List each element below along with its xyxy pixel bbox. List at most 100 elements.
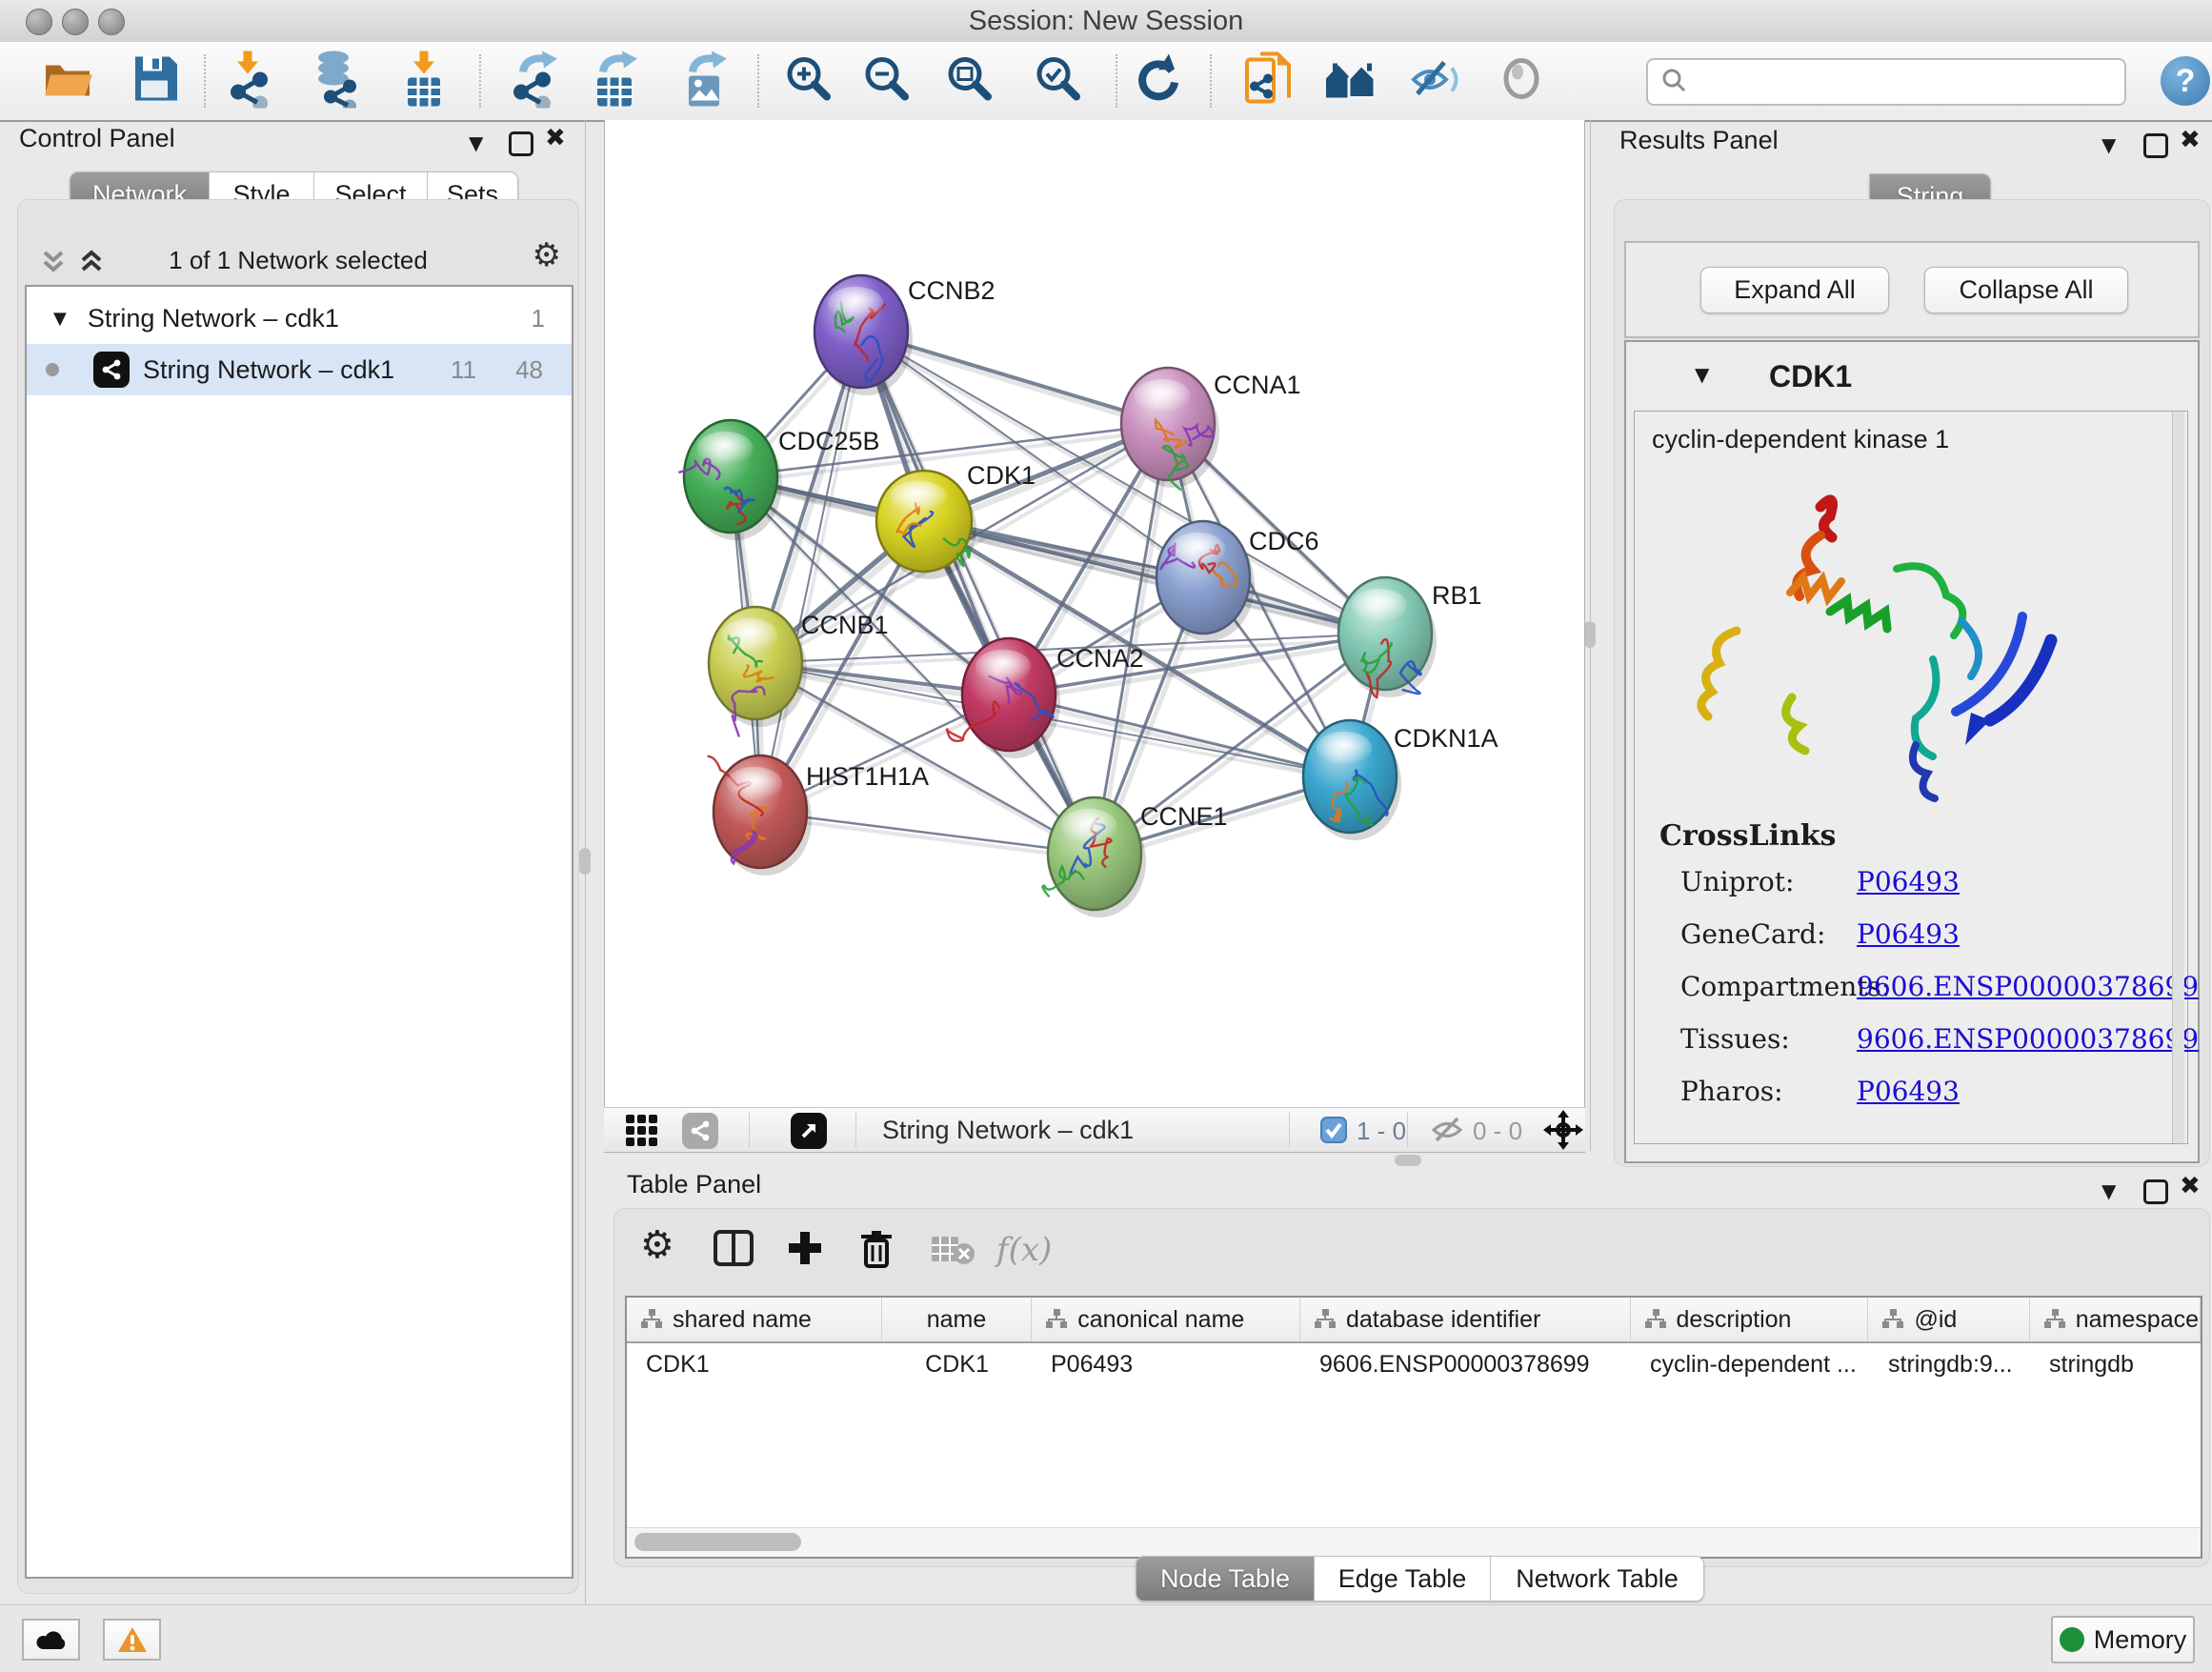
table-row[interactable]: CDK1CDK1P064939606.ENSP00000378699cyclin… [627,1343,2201,1385]
export-image-icon[interactable] [679,50,731,113]
show-columns-icon[interactable] [713,1227,754,1274]
collapse-all-button[interactable]: Collapse All [1924,267,2128,313]
results-scrollbar[interactable] [2172,412,2184,1143]
node-label-CDC6: CDC6 [1249,527,1319,555]
toolbar-separator [479,54,481,108]
tab-node-table[interactable]: Node Table [1136,1556,1315,1601]
help-button[interactable]: ? [2161,56,2210,106]
tab-network-table[interactable]: Network Table [1491,1556,1704,1601]
share-document-icon[interactable] [1241,50,1295,112]
cloud-button[interactable] [22,1619,80,1661]
cell-6[interactable]: stringdb [2030,1351,2201,1379]
column-label: canonical name [1077,1306,1244,1334]
hidden-eye-icon [1431,1116,1463,1149]
home-networks-icon[interactable] [1323,54,1378,109]
results-panel-collapse-icon[interactable]: ▼ [2101,133,2116,156]
node-label-RB1: RB1 [1432,581,1482,610]
cell-4[interactable]: cyclin-dependent ... [1631,1351,1869,1379]
network-view-title: String Network – cdk1 [882,1116,1134,1145]
left-splitter-handle[interactable] [579,848,591,875]
add-column-icon[interactable] [785,1227,825,1274]
fit-move-icon[interactable] [1543,1110,1583,1155]
import-database-icon[interactable] [310,50,365,113]
column-label: namespace [2076,1306,2199,1334]
network-options-gear-icon[interactable]: ⚙ [533,236,561,274]
cell-1[interactable]: CDK1 [882,1351,1032,1379]
tab-edge-table[interactable]: Edge Table [1315,1556,1491,1601]
selected-checkbox-icon[interactable] [1320,1117,1347,1148]
crosslink-uniprot[interactable]: P06493 [1857,866,1960,897]
network-canvas[interactable]: CCNB2CCNA1CDC25BCDK1CDC6RB1CCNB1CCNA2CDK… [604,120,1585,1107]
table-panel-close-icon[interactable]: ✖ [2180,1172,2201,1200]
selected-count: 1 - 0 [1357,1117,1406,1146]
cell-0[interactable]: CDK1 [627,1351,882,1379]
expand-all-button[interactable]: Expand All [1700,267,1889,313]
show-eye-icon[interactable] [1496,53,1547,110]
table-panel-float-icon[interactable] [2143,1179,2168,1204]
scrollbar-thumb[interactable] [634,1533,801,1551]
hide-panel-eye-icon[interactable] [1410,53,1461,110]
crosslink-tissues[interactable]: 9606.ENSP00000378699 [1857,1023,2199,1055]
zoom-out-icon[interactable] [861,53,913,110]
import-table-icon[interactable] [398,50,450,113]
column-header-2[interactable]: canonical name [1032,1298,1300,1341]
toolbar-separator [757,54,759,108]
node-label-CCNB1: CCNB1 [801,611,889,639]
string-app-icon [93,352,130,388]
birds-eye-view-icon[interactable] [791,1113,827,1149]
search-input[interactable] [1696,62,2124,102]
right-splitter-handle[interactable] [1584,621,1596,648]
gene-name: CDK1 [1769,359,1852,394]
column-header-1[interactable]: name [882,1298,1032,1341]
memory-button[interactable]: Memory [2051,1616,2195,1663]
refresh-icon[interactable] [1131,52,1184,111]
crosslinks-section: CrossLinks Uniprot:P06493 GeneCard:P0649… [1659,819,2199,1128]
crosslink-pharos[interactable]: P06493 [1857,1076,1960,1107]
network-row-selected[interactable]: String Network – cdk1 11 48 [27,344,572,395]
search-field[interactable] [1646,58,2126,106]
grid-view-icon[interactable] [625,1114,659,1153]
delete-column-icon[interactable] [855,1227,897,1276]
cell-2[interactable]: P06493 [1032,1351,1300,1379]
network-collection-row[interactable]: ▼ String Network – cdk1 1 [27,292,572,344]
warning-button[interactable] [103,1619,161,1661]
node-label-HIST1H1A: HIST1H1A [806,762,929,791]
column-label: name [927,1306,987,1334]
column-label: @id [1914,1306,1957,1334]
crosslink-genecard[interactable]: P06493 [1857,918,1960,950]
table-panel-title: Table Panel [627,1170,761,1199]
control-panel-close-icon[interactable]: ✖ [545,124,566,152]
open-session-icon[interactable] [41,52,94,111]
column-header-6[interactable]: namespace [2030,1298,2201,1341]
protein-structure-image [1678,469,2078,812]
control-panel-float-icon[interactable] [509,131,533,156]
column-header-4[interactable]: description [1631,1298,1869,1341]
import-network-icon[interactable] [225,50,278,113]
network-graph[interactable]: CCNB2CCNA1CDC25BCDK1CDC6RB1CCNB1CCNA2CDK… [605,120,1584,1107]
results-panel-float-icon[interactable] [2143,133,2168,158]
bottom-splitter-handle[interactable] [1395,1155,1421,1166]
results-panel-close-icon[interactable]: ✖ [2180,126,2201,154]
save-session-icon[interactable] [131,52,180,111]
column-header-0[interactable]: shared name [627,1298,882,1341]
network-label: String Network – cdk1 [143,355,394,385]
gene-card-collapse-icon[interactable]: ▼ [1695,363,1709,386]
table-panel-collapse-icon[interactable]: ▼ [2101,1179,2116,1202]
zoom-fit-icon[interactable] [944,53,995,110]
export-network-icon[interactable] [508,50,561,113]
control-panel-collapse-icon[interactable]: ▼ [469,131,483,154]
column-label: database identifier [1346,1306,1540,1334]
table-horizontal-scrollbar[interactable] [627,1527,2201,1557]
cell-5[interactable]: stringdb:9... [1869,1351,2030,1379]
gene-card-header[interactable]: ▼ CDK1 [1626,342,2198,411]
table-options-gear-icon[interactable]: ⚙ [640,1223,674,1267]
crosslink-compartments[interactable]: 9606.ENSP00000378699 [1857,971,2199,1002]
export-table-icon[interactable] [590,50,641,113]
zoom-selected-icon[interactable] [1033,53,1084,110]
tree-expand-icon[interactable]: ▼ [53,309,67,329]
zoom-in-icon[interactable] [783,53,835,110]
string-view-icon[interactable] [682,1113,718,1149]
column-header-3[interactable]: database identifier [1300,1298,1631,1341]
column-header-5[interactable]: @id [1868,1298,2029,1341]
cell-3[interactable]: 9606.ENSP00000378699 [1300,1351,1631,1379]
